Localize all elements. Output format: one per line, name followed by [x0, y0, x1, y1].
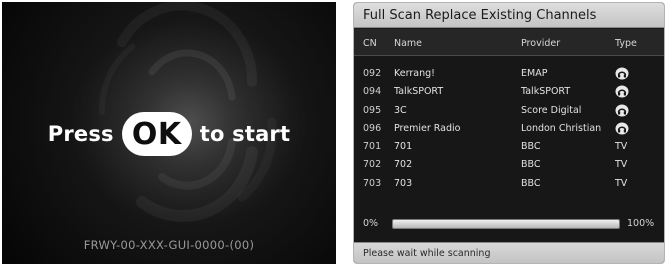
- channel-row[interactable]: 095 3C Score Digital: [354, 102, 664, 120]
- channel-row[interactable]: 094 TalkSPORT TalkSPORT: [354, 83, 664, 101]
- channel-row[interactable]: 703 703 BBC TV: [354, 175, 664, 193]
- channel-type: TV: [615, 141, 628, 153]
- channel-name: 702: [394, 159, 413, 171]
- channel-name: Premier Radio: [394, 122, 461, 134]
- channel-provider: BBC: [521, 159, 541, 171]
- channel-list: 092 Kerrang! EMAP 094 TalkSPORT TalkSPOR…: [354, 65, 664, 193]
- channel-name: 703: [394, 177, 413, 189]
- channel-name: TalkSPORT: [394, 86, 444, 98]
- header-name: Name: [394, 38, 423, 49]
- channel-provider: TalkSPORT: [521, 86, 571, 98]
- header-provider: Provider: [521, 38, 561, 49]
- channel-name: 701: [394, 141, 413, 153]
- channel-row[interactable]: 096 Premier Radio London Christian: [354, 120, 664, 138]
- radio-icon: [615, 104, 629, 117]
- to-start-label: to start: [199, 122, 291, 146]
- status-bar: Please wait while scanning: [354, 242, 664, 263]
- channel-row[interactable]: 702 702 BBC TV: [354, 156, 664, 174]
- ok-button-badge[interactable]: OK: [121, 112, 192, 156]
- progress-bar-fill: [393, 220, 619, 228]
- channel-number: 703: [363, 177, 382, 189]
- channel-provider: EMAP: [521, 68, 548, 79]
- header-cn: CN: [363, 38, 377, 49]
- radio-icon: [615, 67, 629, 80]
- channel-provider: Score Digital: [521, 104, 582, 116]
- channel-number: 095: [363, 104, 382, 116]
- channel-scan-panel: Full Scan Replace Existing Channels CN N…: [353, 2, 665, 264]
- channel-type: TV: [615, 177, 628, 189]
- press-label: Press: [47, 122, 114, 146]
- channel-name: Kerrang!: [394, 68, 435, 79]
- channel-provider: BBC: [521, 141, 541, 153]
- progress-bar: [392, 219, 620, 229]
- channel-number: 096: [363, 122, 382, 134]
- channel-row[interactable]: 092 Kerrang! EMAP: [354, 65, 664, 83]
- press-ok-prompt: Press OK to start: [2, 110, 336, 158]
- radio-icon: [615, 85, 629, 98]
- panel-title: Full Scan Replace Existing Channels: [354, 3, 664, 28]
- channel-number: 094: [363, 86, 382, 98]
- channel-number: 092: [363, 68, 382, 79]
- progress-end-label: 100%: [627, 218, 655, 229]
- channel-provider: BBC: [521, 177, 541, 189]
- column-header: CN Name Provider Type: [354, 29, 664, 56]
- channel-type: TV: [615, 159, 628, 171]
- splash-screen: Press OK to start FRWY-00-XXX-GUI-0000-(…: [2, 2, 336, 264]
- firmware-code: FRWY-00-XXX-GUI-0000-(00): [83, 238, 255, 252]
- progress-start-label: 0%: [363, 218, 379, 229]
- channel-name: 3C: [394, 104, 407, 116]
- header-type: Type: [615, 38, 637, 49]
- scan-progress: 0% 100%: [354, 217, 664, 233]
- channel-row[interactable]: 701 701 BBC TV: [354, 138, 664, 156]
- channel-number: 702: [363, 159, 382, 171]
- radio-icon: [615, 122, 629, 135]
- channel-number: 701: [363, 141, 382, 153]
- channel-provider: London Christian: [521, 122, 602, 134]
- ok-label: OK: [131, 116, 182, 152]
